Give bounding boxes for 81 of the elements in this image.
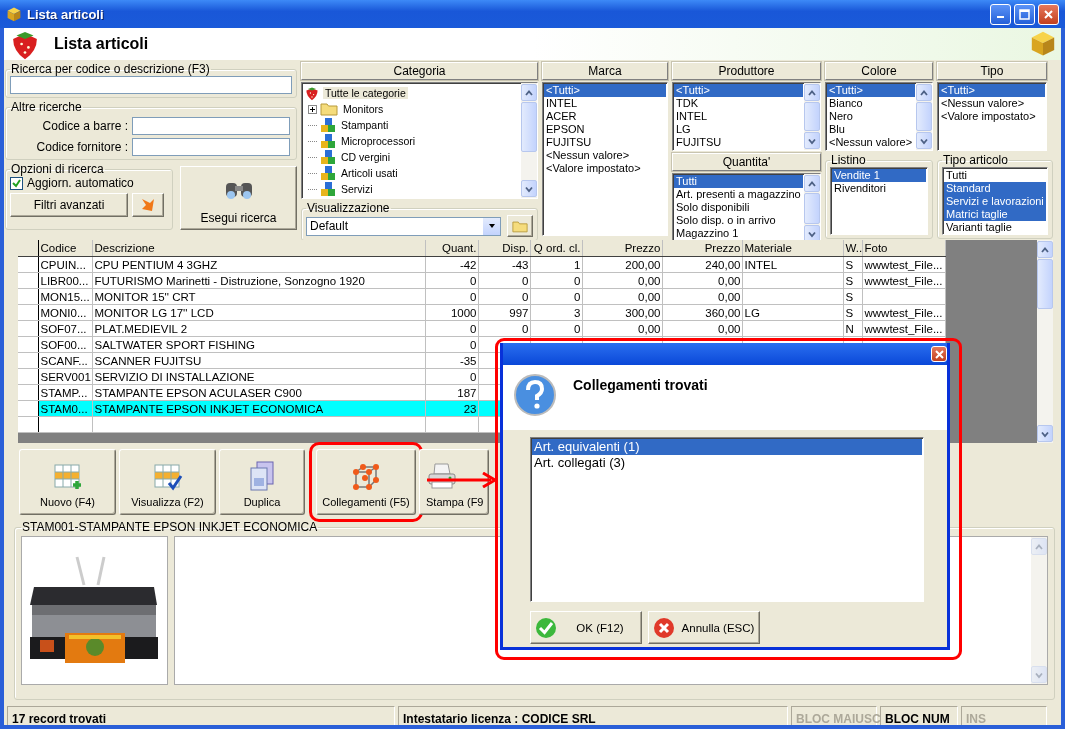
- table-cell: 187: [425, 384, 478, 401]
- table-cell: 300,00: [582, 304, 662, 321]
- group-label: STAM001-STAMPANTE EPSON INKJET ECONOMICA: [21, 520, 319, 534]
- field-label: Codice a barre :: [41, 119, 128, 133]
- table-cell: wwwtest_File...: [862, 272, 945, 289]
- table-cell: 1: [530, 256, 582, 273]
- table-cell: 997: [478, 304, 530, 321]
- table-cell: LG: [742, 304, 843, 321]
- table-cell: 0: [530, 320, 582, 337]
- table-cell: LIBR00...: [38, 272, 92, 289]
- field-label: Codice fornitore :: [35, 140, 128, 154]
- table-cell: -42: [425, 256, 478, 273]
- table-cell: SCANF...: [38, 352, 92, 369]
- table-cell: wwwtest_File...: [862, 304, 945, 321]
- filter-header: Colore: [825, 62, 933, 80]
- table-cell: 360,00: [662, 304, 742, 321]
- table-cell: 3: [530, 304, 582, 321]
- table-cell: 0: [530, 288, 582, 305]
- group-label: Altre ricerche: [10, 100, 83, 114]
- table-cell: MON15...: [38, 288, 92, 305]
- table-cell: 0: [425, 336, 478, 353]
- status-message: 17 record trovati: [7, 706, 395, 725]
- table-cell: MONITOR LG 17'' LCD: [92, 304, 425, 321]
- table-cell: STAMP...: [38, 384, 92, 401]
- group-label: Tipo articolo: [942, 153, 1009, 167]
- key-indicator: INS: [961, 706, 1047, 725]
- window-title: Lista articoli: [27, 6, 104, 22]
- group-label: Opzioni di ricerca: [10, 162, 105, 176]
- group-label: Ricerca per codice o descrizione (F3): [10, 62, 211, 76]
- table-cell: SOF00...: [38, 336, 92, 353]
- table-cell: 0,00: [582, 288, 662, 305]
- table-cell: MONI0...: [38, 304, 92, 321]
- table-cell: S: [843, 304, 862, 321]
- table-cell: 0: [478, 288, 530, 305]
- table-cell: 1000: [425, 304, 478, 321]
- table-cell: STAMPANTE EPSON ACULASER C900: [92, 384, 425, 401]
- group-label: Visualizzazione: [306, 201, 391, 215]
- table-cell: 0: [425, 320, 478, 337]
- table-cell: 0: [425, 368, 478, 385]
- page-title: Lista articoli: [54, 35, 149, 53]
- filter-header: Categoria: [301, 62, 538, 80]
- table-cell: 240,00: [662, 256, 742, 273]
- table-cell: 0,00: [582, 320, 662, 337]
- table-cell: -35: [425, 352, 478, 369]
- group-label: Listino: [830, 153, 867, 167]
- table-cell: INTEL: [742, 256, 843, 273]
- table-cell: 0,00: [662, 288, 742, 305]
- table-cell: SERV001: [38, 368, 92, 385]
- dialog-heading: Collegamenti trovati: [573, 377, 708, 395]
- table-cell: MONITOR 15'' CRT: [92, 288, 425, 305]
- table-cell: S: [843, 256, 862, 273]
- table-cell: 0: [425, 288, 478, 305]
- table-cell: 0: [478, 272, 530, 289]
- table-cell: 0: [530, 272, 582, 289]
- filter-header: Marca: [542, 62, 668, 80]
- table-cell: 0,00: [662, 272, 742, 289]
- table-cell: SERVIZIO DI INSTALLAZIONE: [92, 368, 425, 385]
- table-cell: 0,00: [662, 320, 742, 337]
- table-cell: wwwtest_File...: [862, 256, 945, 273]
- table-cell: SALTWATER SPORT FISHING: [92, 336, 425, 353]
- table-cell: N: [843, 320, 862, 337]
- license-label: Intestatario licenza : CODICE SRL: [398, 706, 788, 725]
- table-cell: 200,00: [582, 256, 662, 273]
- table-cell: 0,00: [582, 272, 662, 289]
- table-cell: wwwtest_File...: [862, 320, 945, 337]
- table-cell: PLAT.MEDIEVIL 2: [92, 320, 425, 337]
- table-cell: SCANNER FUJITSU: [92, 352, 425, 369]
- filter-header: Quantita': [672, 153, 821, 171]
- table-cell: S: [843, 288, 862, 305]
- table-cell: FUTURISMO Marinetti - Distruzione, Sonzogno 1920: [92, 272, 425, 289]
- table-cell: 0: [478, 320, 530, 337]
- filter-header: Tipo: [937, 62, 1047, 80]
- table-cell: S: [843, 272, 862, 289]
- table-cell: -43: [478, 256, 530, 273]
- table-cell: CPU PENTIUM 4 3GHZ: [92, 256, 425, 273]
- table-cell: 0: [425, 272, 478, 289]
- filter-header: Produttore: [672, 62, 821, 80]
- table-cell: SOF07...: [38, 320, 92, 337]
- checkbox-label: Aggiorn. automatico: [27, 176, 134, 190]
- key-indicator: BLOC NUM: [880, 706, 958, 725]
- table-cell: CPUIN...: [38, 256, 92, 273]
